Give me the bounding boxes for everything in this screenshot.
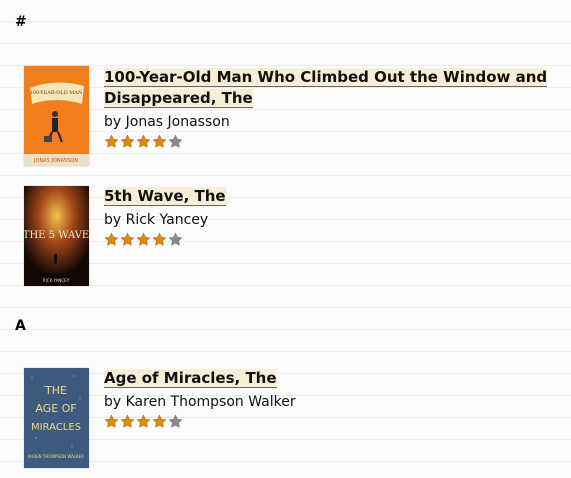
svg-text:100-YEAR-OLD MAN: 100-YEAR-OLD MAN — [30, 90, 83, 96]
star-filled-icon — [136, 232, 151, 250]
book-title-link[interactable]: 100-Year-Old Man Who Climbed Out the Win… — [104, 68, 548, 108]
star-filled-icon — [104, 414, 119, 432]
book-cover[interactable]: 100-YEAR-OLD MAN JONAS JONASSON — [24, 66, 89, 166]
book-cover[interactable]: THE 5 WAVE RICK YANCEY — [24, 186, 89, 286]
book-author: by Jonas Jonasson — [104, 114, 230, 130]
star-filled-icon — [152, 232, 167, 250]
star-filled-icon — [120, 134, 135, 152]
star-rating — [104, 134, 559, 152]
star-filled-icon — [136, 134, 151, 152]
svg-text:AGE OF: AGE OF — [35, 402, 76, 415]
book-cover[interactable]: THE AGE OF MIRACLES KAREN THOMPSON WALKE… — [24, 368, 89, 468]
star-filled-icon — [104, 232, 119, 250]
section-heading-hash: # — [15, 14, 27, 30]
svg-text:THE: THE — [44, 384, 67, 397]
star-rating — [104, 232, 559, 250]
book-title-link[interactable]: Age of Miracles, The — [104, 369, 277, 388]
section-heading-a: A — [15, 318, 26, 334]
star-rating — [104, 414, 559, 432]
svg-text:KAREN THOMPSON WALKER: KAREN THOMPSON WALKER — [28, 454, 84, 459]
star-filled-icon — [120, 414, 135, 432]
cover-author-text: JONAS JONASSON — [33, 158, 78, 164]
star-filled-icon — [104, 134, 119, 152]
star-filled-icon — [152, 134, 167, 152]
star-filled-icon — [120, 232, 135, 250]
book-title-link[interactable]: 5th Wave, The — [104, 187, 226, 206]
star-empty-icon — [168, 134, 183, 152]
cover-title-text: THE 5 WAVE — [24, 230, 89, 241]
star-filled-icon — [136, 414, 151, 432]
star-empty-icon — [168, 414, 183, 432]
star-empty-icon — [168, 232, 183, 250]
book-author: by Karen Thompson Walker — [104, 394, 296, 410]
star-filled-icon — [152, 414, 167, 432]
svg-text:MIRACLES: MIRACLES — [31, 422, 81, 433]
svg-text:RICK YANCEY: RICK YANCEY — [43, 278, 70, 283]
book-author: by Rick Yancey — [104, 212, 209, 228]
